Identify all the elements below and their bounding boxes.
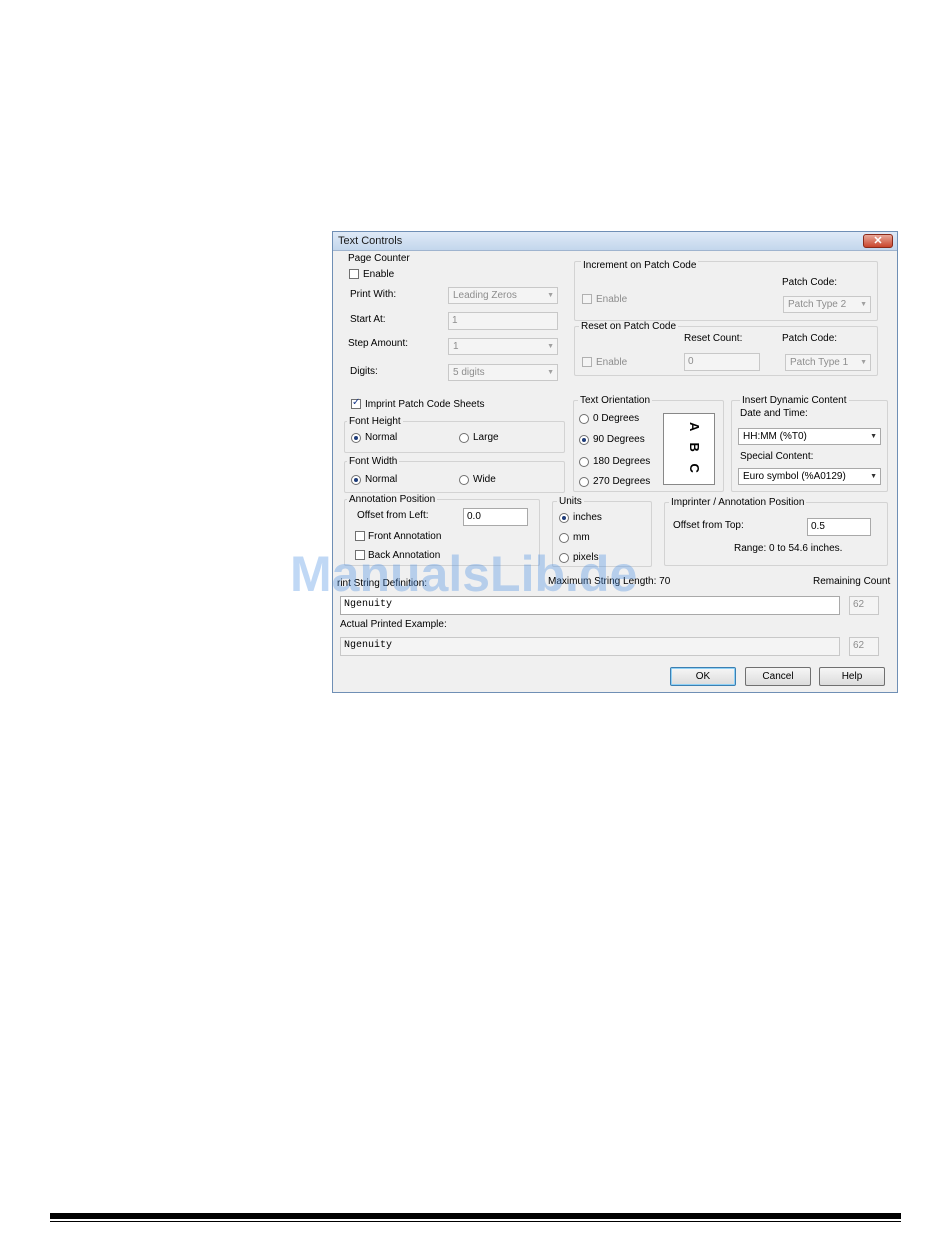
chevron-down-icon: ▼ <box>870 433 877 440</box>
special-content-label: Special Content: <box>740 451 814 462</box>
orientation-preview: A B C <box>663 413 715 485</box>
print-with-value: Leading Zeros <box>453 290 517 301</box>
ok-button[interactable]: OK <box>670 667 736 686</box>
special-content-value: Euro symbol (%A0129) <box>743 471 846 482</box>
units-inches-radio[interactable] <box>559 513 569 523</box>
orientation-0-radio[interactable] <box>579 414 589 424</box>
start-at-label: Start At: <box>350 314 386 325</box>
offset-top-input[interactable]: 0.5 <box>807 518 871 536</box>
orientation-270-radio[interactable] <box>579 477 589 487</box>
orientation-180-radio[interactable] <box>579 457 589 467</box>
remaining-count-value: 62 <box>849 596 879 615</box>
font-height-group-label: Font Height <box>347 416 403 427</box>
chevron-down-icon: ▼ <box>547 343 554 350</box>
font-width-wide-label: Wide <box>473 474 496 485</box>
footer-rule-thin <box>50 1221 901 1222</box>
step-amount-label: Step Amount: <box>348 338 409 349</box>
reset-patch-code-select[interactable]: Patch Type 1 ▼ <box>785 354 871 371</box>
reset-count-label: Reset Count: <box>684 333 743 344</box>
font-height-normal-radio[interactable] <box>351 433 361 443</box>
orientation-90-label: 90 Degrees <box>593 434 645 445</box>
increment-patch-code-label: Patch Code: <box>782 277 838 288</box>
cancel-button[interactable]: Cancel <box>745 667 811 686</box>
text-orientation-group-label: Text Orientation <box>578 395 653 406</box>
font-width-group-label: Font Width <box>347 456 400 467</box>
reset-enable-checkbox[interactable] <box>582 357 592 367</box>
units-mm-radio[interactable] <box>559 533 569 543</box>
digits-value: 5 digits <box>453 367 485 378</box>
reset-patch-code-value: Patch Type 1 <box>790 357 849 368</box>
offset-top-label: Offset from Top: <box>673 520 744 531</box>
offset-left-label: Offset from Left: <box>357 510 429 521</box>
chevron-down-icon: ▼ <box>860 301 867 308</box>
page-counter-enable-label: Enable <box>363 269 395 280</box>
printed-example-output: Ngenuity <box>340 637 840 656</box>
print-with-label: Print With: <box>350 289 397 300</box>
font-width-normal-label: Normal <box>365 474 398 485</box>
date-time-label: Date and Time: <box>740 408 808 419</box>
imprinter-position-group-label: Imprinter / Annotation Position <box>669 497 807 508</box>
step-amount-value: 1 <box>453 341 459 352</box>
increment-patch-code-value: Patch Type 2 <box>788 299 847 310</box>
digits-label: Digits: <box>350 366 378 377</box>
close-button[interactable]: ✕ <box>863 234 893 248</box>
start-at-input[interactable]: 1 <box>448 312 558 330</box>
font-height-large-label: Large <box>473 432 499 443</box>
chevron-down-icon: ▼ <box>547 292 554 299</box>
units-mm-label: mm <box>573 532 590 543</box>
font-width-normal-radio[interactable] <box>351 475 361 485</box>
title-bar[interactable]: Text Controls ✕ <box>333 232 897 251</box>
page-counter-label: Page Counter <box>348 253 410 264</box>
increment-enable-label: Enable <box>596 294 628 305</box>
dialog-title: Text Controls <box>338 235 403 247</box>
orientation-270-label: 270 Degrees <box>593 476 651 487</box>
annotation-position-group-label: Annotation Position <box>347 494 438 505</box>
reset-count-input[interactable]: 0 <box>684 353 760 371</box>
printed-example-label: Actual Printed Example: <box>340 619 447 630</box>
chevron-down-icon: ▼ <box>870 473 877 480</box>
orientation-0-label: 0 Degrees <box>593 413 640 424</box>
footer-rule-thick <box>50 1213 901 1219</box>
font-height-large-radio[interactable] <box>459 433 469 443</box>
offset-left-input[interactable]: 0.0 <box>463 508 528 526</box>
increment-enable-checkbox[interactable] <box>582 294 592 304</box>
remaining-count-label: Remaining Count <box>813 576 891 587</box>
orientation-preview-text: A B C <box>687 422 702 477</box>
increment-patch-group-label: Increment on Patch Code <box>581 260 699 271</box>
orientation-90-radio[interactable] <box>579 435 589 445</box>
chevron-down-icon: ▼ <box>860 359 867 366</box>
reset-patch-group-label: Reset on Patch Code <box>579 321 679 332</box>
font-width-wide-radio[interactable] <box>459 475 469 485</box>
date-time-select[interactable]: HH:MM (%T0) ▼ <box>738 428 881 445</box>
units-group-label: Units <box>557 496 584 507</box>
imprint-patch-sheets-checkbox[interactable] <box>351 397 361 409</box>
range-text: Range: 0 to 54.6 inches. <box>734 543 843 554</box>
special-content-select[interactable]: Euro symbol (%A0129) ▼ <box>738 468 881 485</box>
help-button[interactable]: Help <box>819 667 885 686</box>
front-annotation-label: Front Annotation <box>368 531 442 542</box>
units-inches-label: inches <box>573 512 602 523</box>
digits-select[interactable]: 5 digits ▼ <box>448 364 558 381</box>
imprint-patch-sheets-label: Imprint Patch Code Sheets <box>365 399 485 410</box>
chevron-down-icon: ▼ <box>547 369 554 376</box>
print-with-select[interactable]: Leading Zeros ▼ <box>448 287 558 304</box>
date-time-value: HH:MM (%T0) <box>743 431 807 442</box>
dynamic-content-group-label: Insert Dynamic Content <box>740 395 849 406</box>
printed-example-count: 62 <box>849 637 879 656</box>
font-height-normal-label: Normal <box>365 432 398 443</box>
front-annotation-checkbox[interactable] <box>355 531 365 541</box>
orientation-180-label: 180 Degrees <box>593 456 651 467</box>
step-amount-select[interactable]: 1 ▼ <box>448 338 558 355</box>
watermark: ManualsLib.de <box>290 546 638 602</box>
text-controls-dialog: Text Controls ✕ Page Counter Enable Prin… <box>332 231 898 693</box>
page-counter-enable-checkbox[interactable] <box>349 269 359 279</box>
reset-enable-label: Enable <box>596 357 628 368</box>
reset-patch-code-label: Patch Code: <box>782 333 838 344</box>
increment-patch-code-select[interactable]: Patch Type 2 ▼ <box>783 296 871 313</box>
